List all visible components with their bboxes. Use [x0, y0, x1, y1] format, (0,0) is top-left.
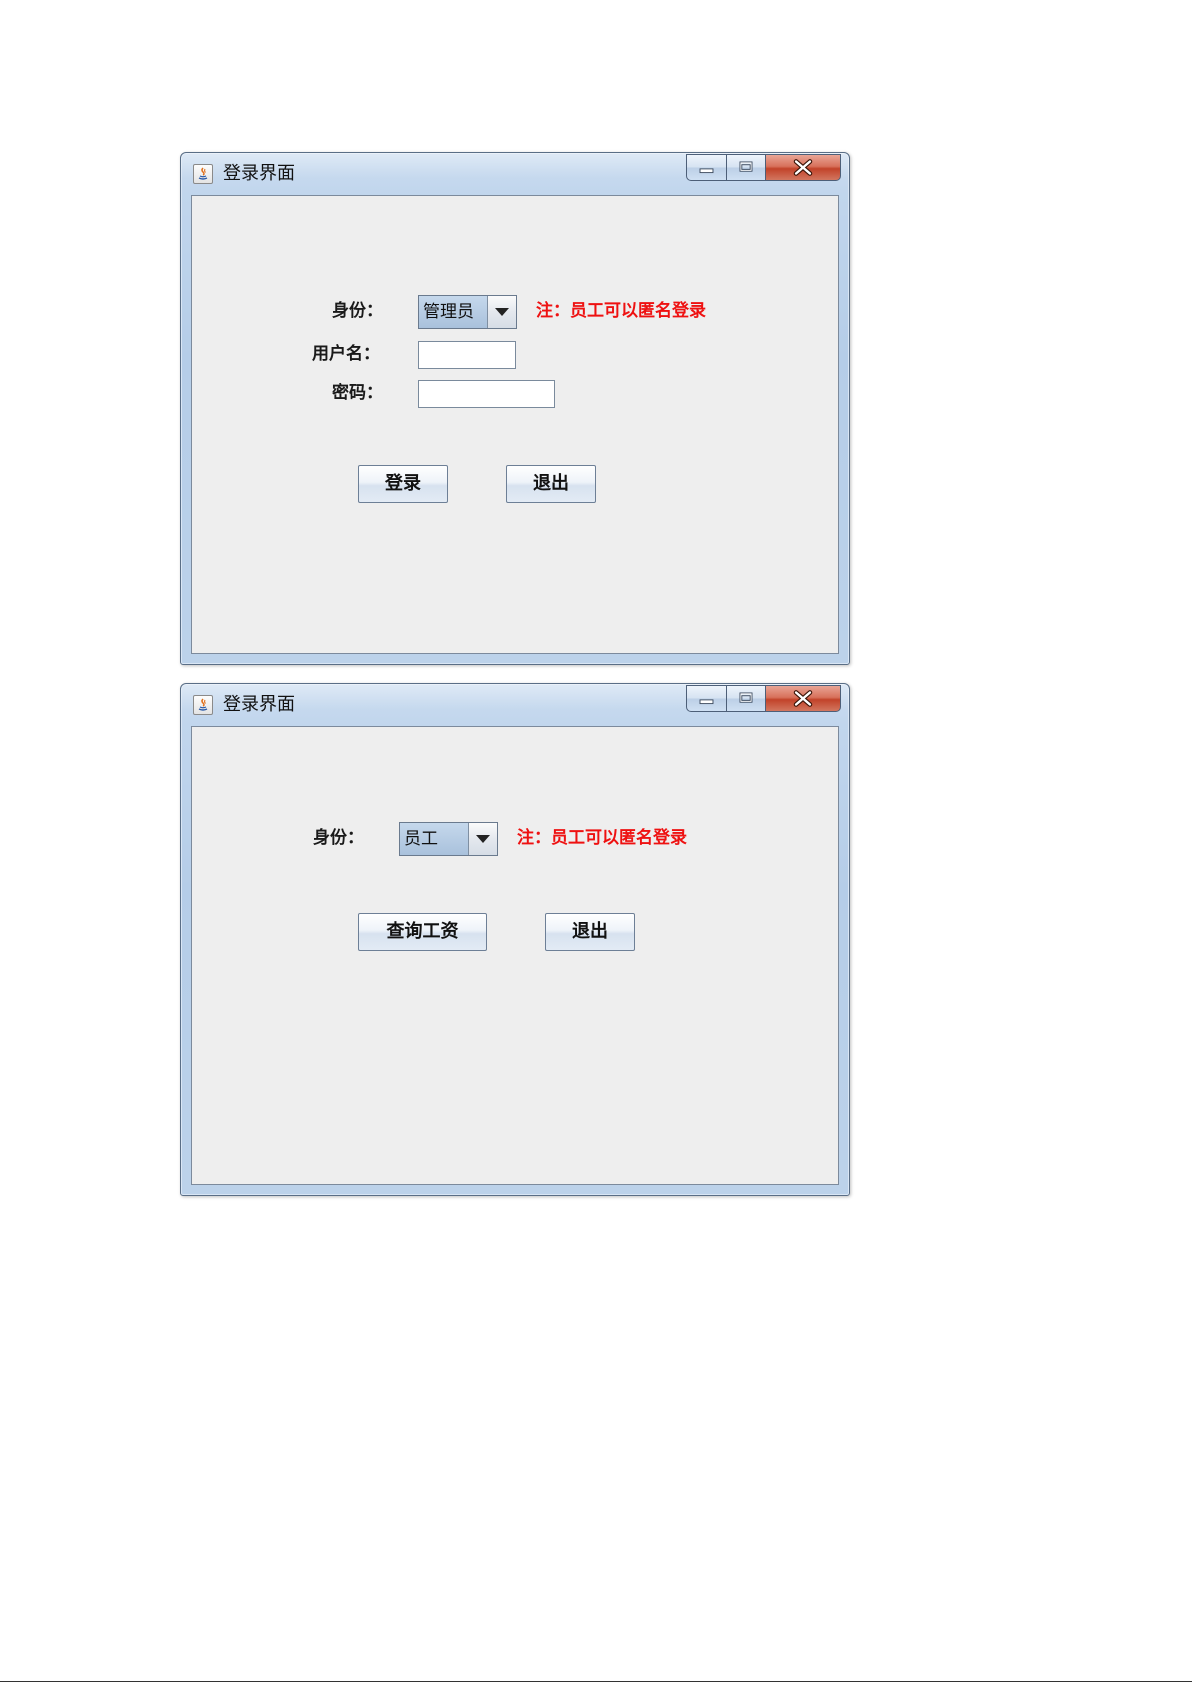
anonymous-login-note: 注：员工可以匿名登录 [536, 301, 706, 321]
password-label: 密码： [332, 383, 383, 403]
maximize-icon [739, 161, 753, 172]
identity-selected-value: 管理员 [419, 296, 493, 328]
exit-button[interactable]: 退出 [545, 913, 635, 951]
identity-dropdown[interactable]: 员工 [399, 822, 498, 856]
minimize-button[interactable] [686, 154, 726, 181]
close-button[interactable] [766, 685, 841, 712]
username-label: 用户名： [312, 344, 380, 364]
close-button[interactable] [766, 154, 841, 181]
dropdown-arrow-icon [476, 835, 490, 843]
identity-label: 身份： [332, 301, 383, 321]
query-salary-button[interactable]: 查询工资 [358, 913, 487, 951]
anonymous-login-note: 注：员工可以匿名登录 [517, 828, 687, 848]
java-app-icon[interactable] [193, 164, 213, 184]
close-icon [793, 159, 813, 176]
maximize-button[interactable] [726, 154, 766, 181]
title-bar[interactable]: 登录界面 [181, 153, 849, 195]
identity-label: 身份： [313, 828, 364, 848]
window-title: 登录界面 [223, 163, 295, 184]
java-app-icon[interactable] [193, 695, 213, 715]
window-title: 登录界面 [223, 694, 295, 715]
title-bar[interactable]: 登录界面 [181, 684, 849, 726]
page-bottom-rule [0, 1681, 1192, 1682]
exit-button[interactable]: 退出 [506, 465, 596, 503]
dropdown-arrow-icon [495, 308, 509, 316]
login-window-admin: 登录界面 身份： 管理员 注：员工可以匿名登录 用户名： 密码： 登录 退出 [180, 152, 850, 665]
window-content: 身份： 员工 注：员工可以匿名登录 查询工资 退出 [191, 726, 839, 1185]
maximize-button[interactable] [726, 685, 766, 712]
username-input[interactable] [418, 341, 516, 369]
login-button[interactable]: 登录 [358, 465, 448, 503]
dropdown-arrow-button[interactable] [468, 823, 497, 855]
password-input[interactable] [418, 380, 555, 408]
minimize-icon [699, 168, 714, 174]
dropdown-arrow-button[interactable] [487, 296, 516, 328]
identity-selected-value: 员工 [400, 823, 474, 855]
window-content: 身份： 管理员 注：员工可以匿名登录 用户名： 密码： 登录 退出 [191, 195, 839, 654]
identity-dropdown[interactable]: 管理员 [418, 295, 517, 329]
maximize-icon [739, 692, 753, 703]
document-page: 登录界面 身份： 管理员 注：员工可以匿名登录 用户名： 密码： 登录 退出 登… [0, 0, 1192, 1685]
close-icon [793, 690, 813, 707]
minimize-icon [699, 699, 714, 705]
minimize-button[interactable] [686, 685, 726, 712]
login-window-employee: 登录界面 身份： 员工 注：员工可以匿名登录 查询工资 退出 [180, 683, 850, 1196]
